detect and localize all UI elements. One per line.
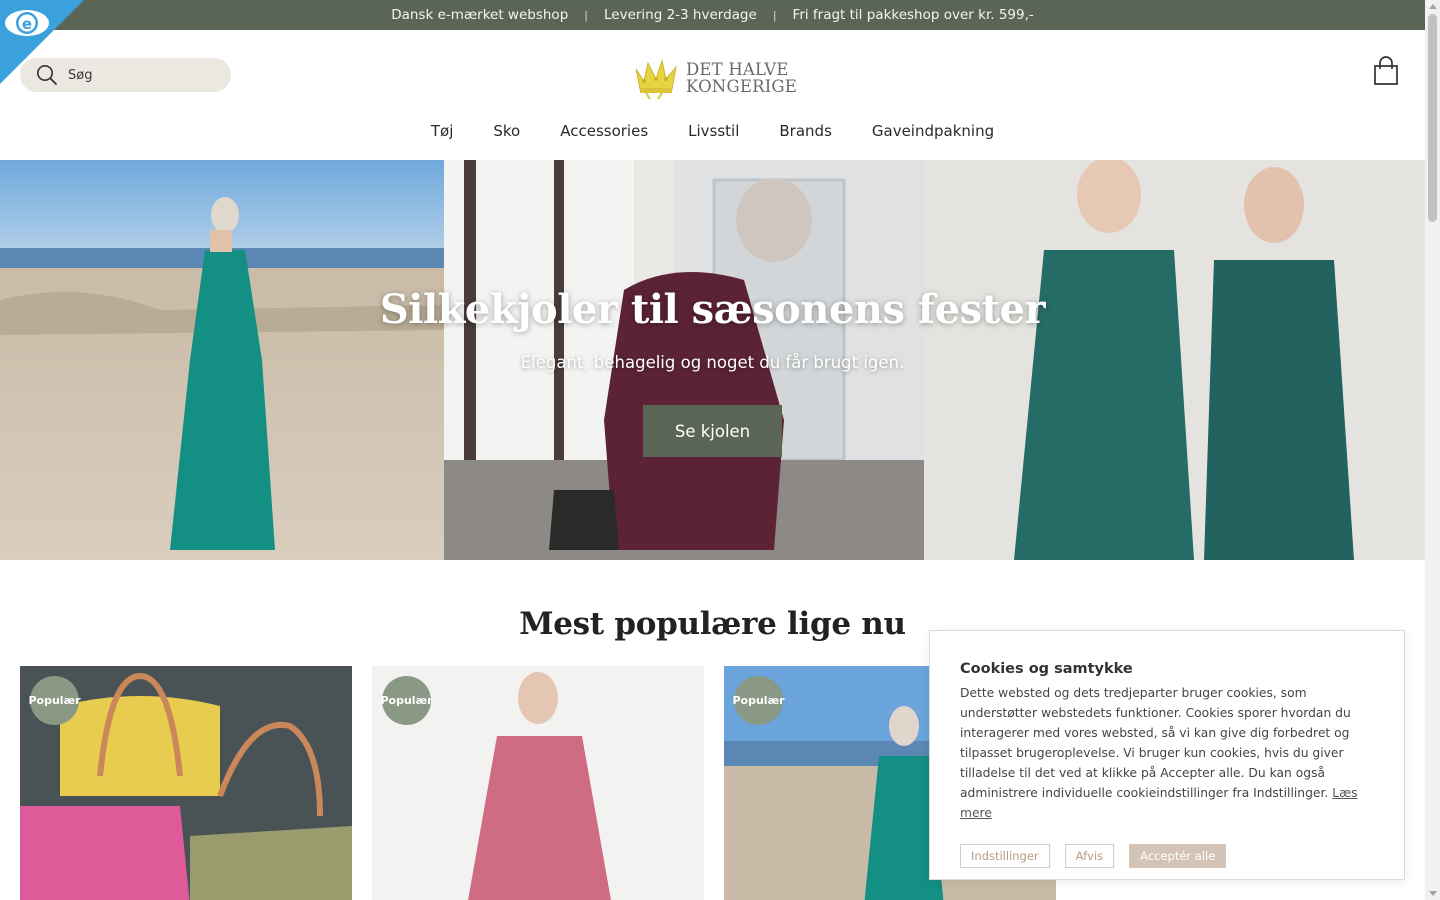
hero-banner: Silkekjoler til sæsonens fester Elegant,… <box>0 160 1425 560</box>
cookie-buttons: Indstillinger Afvis Acceptér alle <box>960 844 1374 868</box>
svg-text:e: e <box>22 15 32 33</box>
nav-item-brands[interactable]: Brands <box>779 122 832 140</box>
cookie-title: Cookies og samtykke <box>960 661 1133 677</box>
nav-item-gaveindpakning[interactable]: Gaveindpakning <box>872 122 994 140</box>
popular-badge: Populær <box>28 676 81 725</box>
product-card[interactable]: Populær <box>20 666 352 900</box>
search-input[interactable] <box>68 67 218 83</box>
e-mark-icon: e <box>0 0 84 84</box>
cookie-banner: Cookies og samtykke Dette websted og det… <box>929 630 1405 880</box>
popular-badge: Populær <box>380 676 433 725</box>
hero-content: Silkekjoler til sæsonens fester Elegant,… <box>0 160 1425 560</box>
announcement-item: Dansk e-mærket webshop <box>391 7 569 23</box>
hero-title: Silkekjoler til sæsonens fester <box>379 286 1046 333</box>
cookie-accept-button[interactable]: Acceptér alle <box>1129 844 1227 868</box>
e-mark-badge[interactable]: e <box>0 0 84 84</box>
announcement-separator: | <box>584 8 588 22</box>
shopping-bag-icon <box>1374 56 1398 85</box>
logo-line-2: KONGERIGE <box>686 77 798 96</box>
cookie-settings-button[interactable]: Indstillinger <box>960 844 1050 868</box>
scroll-up-arrow[interactable] <box>1429 4 1437 9</box>
page-scrollbar[interactable] <box>1425 0 1440 900</box>
site-logo[interactable]: DET HALVE KONGERIGE <box>632 54 802 102</box>
announcement-bar: Dansk e-mærket webshop | Levering 2-3 hv… <box>0 0 1425 30</box>
cookie-reject-button[interactable]: Afvis <box>1064 844 1115 868</box>
site-header: DET HALVE KONGERIGE Tøj Sko Accessories … <box>0 30 1425 160</box>
cookie-text: Dette websted og dets tredjeparter bruge… <box>960 683 1374 823</box>
scroll-down-arrow[interactable] <box>1429 891 1437 896</box>
main-navigation: Tøj Sko Accessories Livsstil Brands Gave… <box>0 122 1425 140</box>
announcement-item: Fri fragt til pakkeshop over kr. 599,- <box>792 7 1034 23</box>
nav-item-toj[interactable]: Tøj <box>431 122 454 140</box>
nav-item-accessories[interactable]: Accessories <box>560 122 648 140</box>
hero-cta-button[interactable]: Se kjolen <box>643 405 782 457</box>
hero-subtitle: Elegant, behagelig og noget du får brugt… <box>520 353 905 372</box>
cart-button[interactable] <box>1373 56 1399 86</box>
popular-badge: Populær <box>732 676 785 725</box>
announcement-item: Levering 2-3 hverdage <box>603 7 757 23</box>
cookie-body: Dette websted og dets tredjeparter bruge… <box>960 686 1351 800</box>
crown-icon <box>635 59 677 100</box>
logo-line-1: DET HALVE <box>686 60 789 79</box>
nav-item-livsstil[interactable]: Livsstil <box>688 122 739 140</box>
scrollbar-thumb[interactable] <box>1428 14 1437 222</box>
nav-item-sko[interactable]: Sko <box>493 122 520 140</box>
product-card[interactable]: Populær <box>372 666 704 900</box>
announcement-separator: | <box>772 8 777 22</box>
